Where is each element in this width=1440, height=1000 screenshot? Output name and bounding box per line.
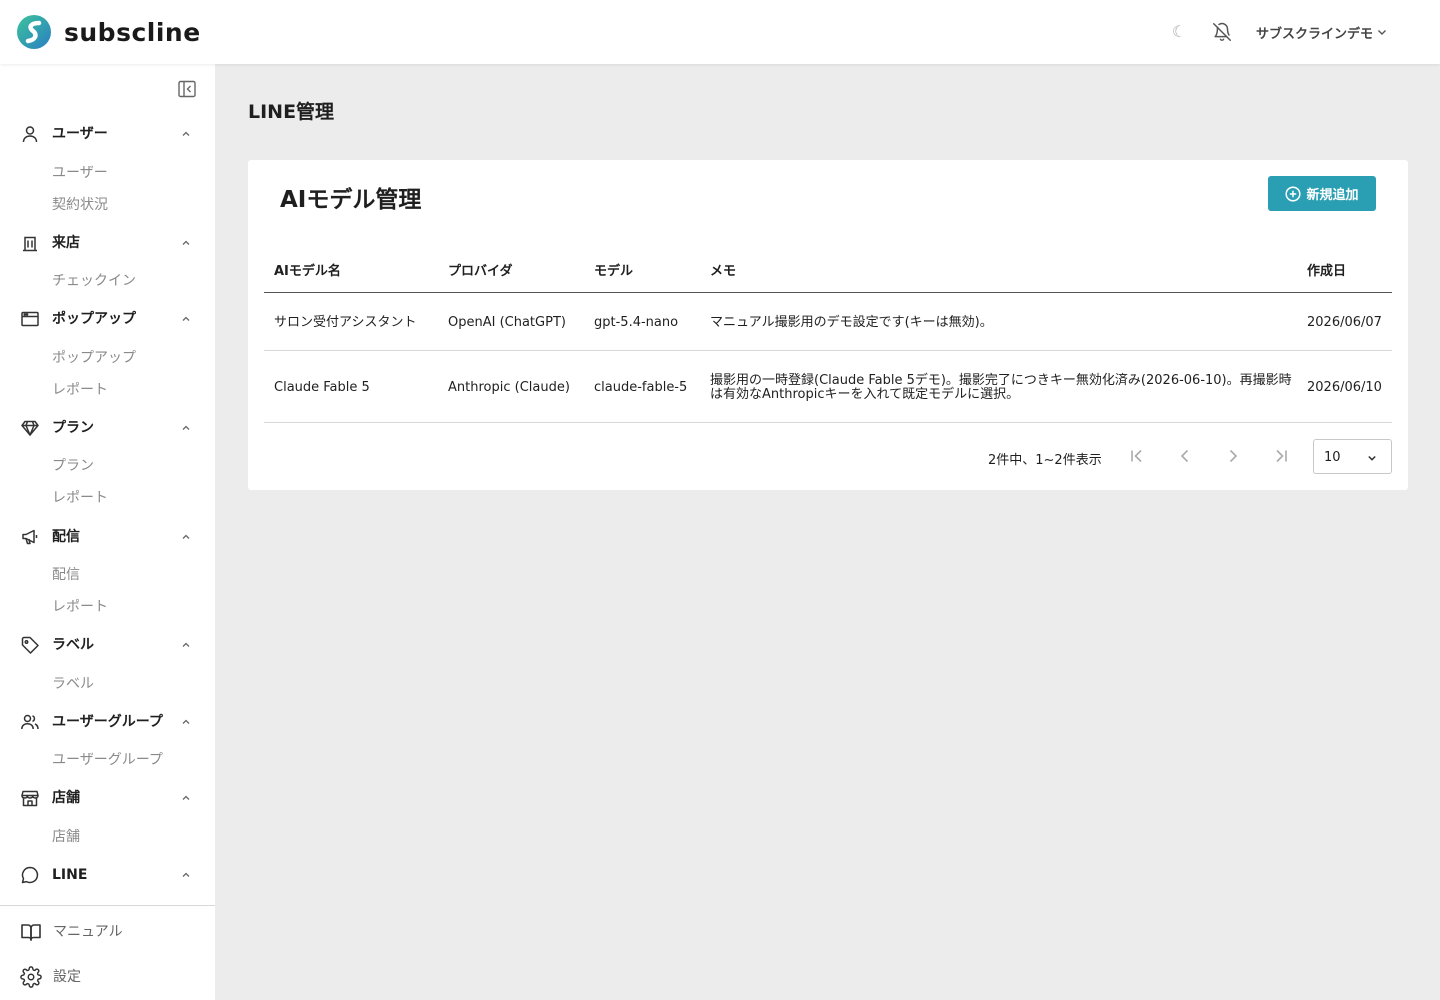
- sidebar-collapse-icon[interactable]: [177, 79, 197, 99]
- notification-bell-off-icon[interactable]: [1211, 21, 1233, 43]
- nav-item-popup-report[interactable]: レポート: [52, 380, 108, 400]
- last-page-icon[interactable]: [1271, 446, 1291, 466]
- chevron-down-icon: [1368, 455, 1376, 461]
- chevron-up-icon: [182, 425, 190, 430]
- nav-settings[interactable]: 設定: [0, 960, 215, 992]
- cell-provider: OpenAI (ChatGPT): [448, 315, 566, 330]
- nav-item-broadcast[interactable]: 配信: [52, 565, 80, 585]
- nav-section-label: 店舗: [52, 790, 80, 806]
- window-icon: [21, 311, 39, 327]
- user-icon: [22, 126, 38, 143]
- sidebar: ユーザー ユーザー 契約状況 来店 チェックイン ポップアップ ポップアップ レ…: [0, 64, 215, 1000]
- nav-section-plan[interactable]: プラン: [0, 412, 215, 444]
- chevron-up-icon: [182, 719, 190, 724]
- nav-section-visits[interactable]: 来店: [0, 227, 215, 259]
- brand-logo[interactable]: subscline: [16, 14, 201, 50]
- nav-item-plan-report[interactable]: レポート: [52, 488, 108, 508]
- nav-section-label-group[interactable]: ラベル: [0, 629, 215, 661]
- megaphone-icon: [22, 529, 38, 545]
- ai-model-card: AIモデル管理 新規追加 AIモデル名 プロバイダ モデル メモ 作成日 サロン…: [248, 160, 1408, 490]
- plus-circle-icon: [1285, 185, 1302, 202]
- chevron-up-icon: [182, 240, 190, 245]
- nav-section-users[interactable]: ユーザー: [0, 118, 215, 150]
- page-size-value: 10: [1324, 450, 1341, 465]
- chevron-up-icon: [182, 642, 190, 647]
- theme-toggle-moon-icon[interactable]: ☾: [1170, 20, 1188, 44]
- nav-item-user-groups[interactable]: ユーザーグループ: [52, 750, 163, 770]
- cell-memo: マニュアル撮影用のデモ設定です(キーは無効)。: [710, 315, 993, 330]
- row-divider: [264, 350, 1392, 351]
- nav-section-label: 配信: [52, 529, 80, 545]
- page-title: LINE管理: [248, 101, 335, 123]
- nav-item-users[interactable]: ユーザー: [52, 163, 108, 183]
- user-name: サブスクラインデモ: [1256, 26, 1374, 42]
- cell-provider: Anthropic (Claude): [448, 380, 570, 395]
- add-new-label: 新規追加: [1306, 188, 1359, 203]
- nav-item-plan[interactable]: プラン: [52, 456, 94, 476]
- nav-section-label: プラン: [52, 420, 94, 436]
- tag-icon: [21, 636, 39, 654]
- brand-name: subscline: [64, 17, 201, 47]
- chevron-up-icon: [182, 316, 190, 321]
- cell-created: 2026/06/10: [1307, 380, 1382, 395]
- page-size-select[interactable]: 10: [1313, 439, 1392, 474]
- column-header-created[interactable]: 作成日: [1307, 260, 1346, 279]
- chat-bubble-icon: [21, 866, 39, 884]
- nav-section-label: ユーザー: [52, 126, 108, 142]
- user-menu[interactable]: サブスクラインデモ: [1256, 20, 1387, 44]
- cell-model-name: Claude Fable 5: [274, 380, 370, 395]
- nav-item-labels[interactable]: ラベル: [52, 674, 94, 694]
- chevron-up-icon: [182, 131, 190, 136]
- nav-section-broadcast[interactable]: 配信: [0, 521, 215, 553]
- nav-manual-label: マニュアル: [53, 924, 123, 940]
- prev-page-icon[interactable]: [1175, 446, 1195, 466]
- nav-section-label: ポップアップ: [52, 311, 136, 327]
- top-header: subscline ☾ サブスクラインデモ: [0, 0, 1440, 64]
- nav-manual[interactable]: マニュアル: [0, 915, 215, 947]
- chevron-down-icon: [1378, 30, 1387, 35]
- column-header-model[interactable]: モデル: [594, 260, 633, 279]
- chevron-up-icon: [182, 534, 190, 539]
- column-header-model-name[interactable]: AIモデル名: [274, 260, 341, 279]
- table-header-divider: [264, 292, 1392, 293]
- cell-model-name: サロン受付アシスタント: [274, 315, 417, 330]
- gear-icon: [20, 966, 42, 988]
- nav-section-user-groups[interactable]: ユーザーグループ: [0, 706, 215, 738]
- diamond-icon: [21, 420, 39, 436]
- nav-item-checkin[interactable]: チェックイン: [52, 271, 136, 291]
- pagination-info: 2件中、1~2件表示: [988, 453, 1102, 468]
- next-page-icon[interactable]: [1223, 446, 1243, 466]
- cell-created: 2026/06/07: [1307, 315, 1382, 330]
- nav-item-contract-status[interactable]: 契約状況: [52, 195, 108, 215]
- nav-section-label: LINE: [52, 867, 88, 883]
- nav-section-label: ラベル: [52, 637, 94, 653]
- card-title: AIモデル管理: [280, 187, 422, 213]
- nav-item-stores[interactable]: 店舗: [52, 827, 80, 847]
- store-icon: [21, 790, 39, 807]
- chevron-up-icon: [182, 795, 190, 800]
- nav-section-label: ユーザーグループ: [52, 714, 163, 730]
- cell-memo: 撮影用の一時登録(Claude Fable 5デモ)。撮影完了につきキー無効化済…: [710, 373, 1292, 402]
- nav-settings-label: 設定: [53, 969, 81, 985]
- add-new-button[interactable]: 新規追加: [1268, 176, 1376, 211]
- users-icon: [21, 714, 39, 730]
- chevron-up-icon: [182, 872, 190, 877]
- nav-section-popup[interactable]: ポップアップ: [0, 303, 215, 335]
- cell-model: gpt-5.4-nano: [594, 315, 679, 330]
- nav-item-broadcast-report[interactable]: レポート: [52, 597, 108, 617]
- column-header-provider[interactable]: プロバイダ: [448, 260, 512, 279]
- row-divider: [264, 422, 1392, 423]
- first-page-icon[interactable]: [1127, 446, 1147, 466]
- column-header-memo[interactable]: メモ: [710, 260, 736, 279]
- cell-model: claude-fable-5: [594, 380, 688, 395]
- nav-section-stores[interactable]: 店舗: [0, 782, 215, 814]
- book-icon: [21, 924, 41, 941]
- building-icon: [23, 236, 37, 252]
- nav-item-popup[interactable]: ポップアップ: [52, 348, 136, 368]
- sidebar-divider: [0, 905, 215, 906]
- nav-section-label: 来店: [52, 235, 80, 251]
- logo-icon: [17, 15, 51, 49]
- nav-section-line[interactable]: LINE: [0, 859, 215, 891]
